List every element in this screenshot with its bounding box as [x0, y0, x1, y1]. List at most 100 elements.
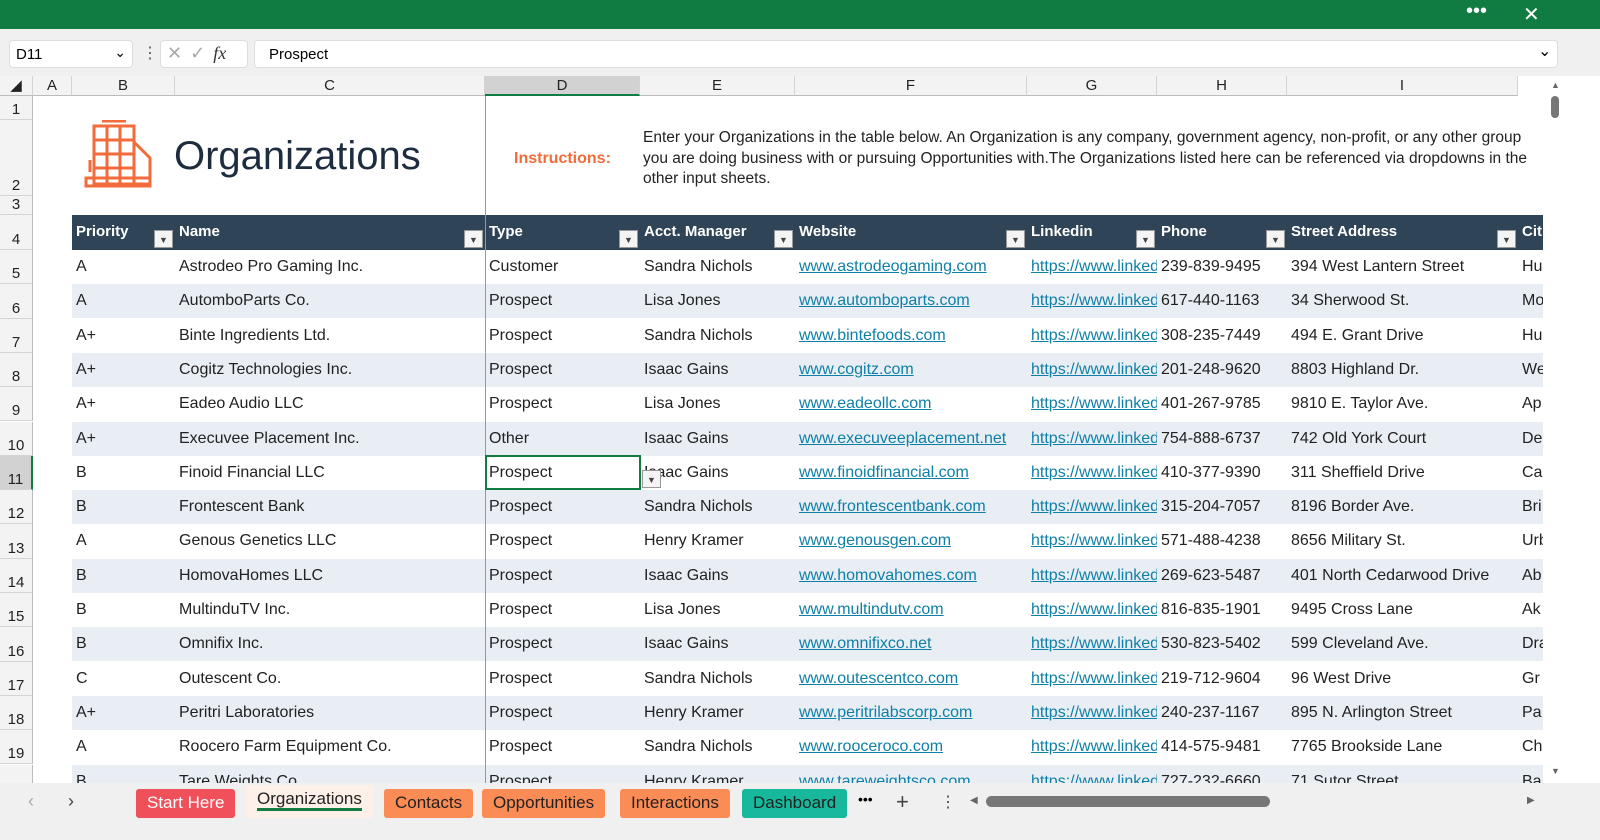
cell-type[interactable]: Prospect	[485, 559, 640, 593]
cell-phone[interactable]: 240-237-1167	[1157, 696, 1287, 730]
cancel-icon[interactable]: ✕	[167, 43, 190, 63]
cell-phone[interactable]: 530-823-5402	[1157, 627, 1287, 661]
cell-street-address[interactable]: 8656 Military St.	[1287, 524, 1518, 558]
cell-linkedin[interactable]: https://www.linkedin	[1027, 524, 1157, 558]
next-sheet-icon[interactable]: ›	[68, 791, 74, 812]
scroll-right-icon[interactable]: ▶	[1527, 795, 1535, 806]
cell-acct-manager[interactable]: Isaac Gains	[640, 456, 795, 490]
prev-sheet-icon[interactable]: ‹	[28, 791, 34, 812]
cell-linkedin[interactable]: https://www.linkedin	[1027, 456, 1157, 490]
cell-street-address[interactable]: 96 West Drive	[1287, 662, 1518, 696]
cell-priority[interactable]: B	[72, 456, 175, 490]
link[interactable]: www.homovahomes.com	[799, 567, 977, 584]
filter-button[interactable]: ▼	[1006, 230, 1025, 248]
cell-acct-manager[interactable]: Lisa Jones	[640, 387, 795, 421]
cell-website[interactable]: www.genousgen.com	[795, 524, 1027, 558]
row-header-17[interactable]: 17	[0, 661, 33, 696]
cell-type[interactable]: Customer	[485, 250, 640, 284]
link[interactable]: https://www.linkedin	[1031, 773, 1157, 784]
link[interactable]: https://www.linkedin	[1031, 292, 1157, 309]
cell-linkedin[interactable]: https://www.linkedin	[1027, 422, 1157, 456]
row-header-18[interactable]: 18	[0, 695, 33, 731]
cell-name[interactable]: Finoid Financial LLC	[175, 456, 485, 490]
cell-priority[interactable]: A+	[72, 353, 175, 387]
column-header-H[interactable]: H	[1157, 76, 1287, 96]
cell-priority[interactable]: B	[72, 627, 175, 661]
cell-type[interactable]: Prospect	[485, 730, 640, 764]
formula-input[interactable]: Prospect	[254, 40, 1558, 68]
cell-priority[interactable]: A	[72, 730, 175, 764]
row-header-5[interactable]: 5	[0, 250, 33, 285]
cell-linkedin[interactable]: https://www.linkedin	[1027, 730, 1157, 764]
sheet-tab-opportunities[interactable]: Opportunities	[482, 789, 606, 818]
cell-priority[interactable]: A+	[72, 319, 175, 353]
link[interactable]: www.multindutv.com	[799, 601, 944, 618]
cell-linkedin[interactable]: https://www.linkedin	[1027, 353, 1157, 387]
cell-cit[interactable]: Hu	[1518, 250, 1543, 284]
horizontal-scroll-thumb[interactable]	[986, 796, 1270, 807]
cell-website[interactable]: www.astrodeogaming.com	[795, 250, 1027, 284]
cell-website[interactable]: www.automboparts.com	[795, 284, 1027, 318]
link[interactable]: www.frontescentbank.com	[799, 498, 986, 515]
cell-cit[interactable]: Ak	[1518, 593, 1543, 627]
filter-button[interactable]: ▼	[464, 230, 483, 248]
sheet-tab-dashboard[interactable]: Dashboard	[742, 789, 848, 818]
cell-priority[interactable]: A+	[72, 422, 175, 456]
cell-linkedin[interactable]: https://www.linkedin	[1027, 319, 1157, 353]
cell-website[interactable]: www.cogitz.com	[795, 353, 1027, 387]
cell-acct-manager[interactable]: Sandra Nichols	[640, 490, 795, 524]
cell-cit[interactable]: Pa	[1518, 696, 1543, 730]
cell-type[interactable]: Prospect	[485, 387, 640, 421]
cell-cit[interactable]: Gr	[1518, 662, 1543, 696]
cell-street-address[interactable]: 895 N. Arlington Street	[1287, 696, 1518, 730]
link[interactable]: www.rooceroco.com	[799, 738, 943, 755]
link[interactable]: https://www.linkedin	[1031, 532, 1157, 549]
link[interactable]: https://www.linkedin	[1031, 738, 1157, 755]
link[interactable]: https://www.linkedin	[1031, 601, 1157, 618]
cell-street-address[interactable]: 494 E. Grant Drive	[1287, 319, 1518, 353]
vertical-scrollbar[interactable]: ▲ ▼	[1543, 76, 1568, 783]
cell-acct-manager[interactable]: Sandra Nichols	[640, 319, 795, 353]
cell-phone[interactable]: 617-440-1163	[1157, 284, 1287, 318]
cell-cit[interactable]: Ca	[1518, 456, 1543, 490]
cell-website[interactable]: www.finoidfinancial.com	[795, 456, 1027, 490]
ellipsis-icon[interactable]: •••	[1466, 0, 1487, 23]
cell-website[interactable]: www.homovahomes.com	[795, 559, 1027, 593]
cell-acct-manager[interactable]: Henry Kramer	[640, 765, 795, 784]
cell-name[interactable]: Tare Weights Co.	[175, 765, 485, 784]
scroll-down-icon[interactable]: ▼	[1551, 766, 1560, 776]
cell-type[interactable]: Prospect	[485, 524, 640, 558]
column-header-I[interactable]: I	[1287, 76, 1518, 96]
close-icon[interactable]: ✕	[1523, 2, 1540, 27]
link[interactable]: https://www.linkedin	[1031, 258, 1157, 275]
chevron-down-icon[interactable]: ⌄	[114, 44, 126, 61]
cell-type[interactable]: Prospect	[485, 319, 640, 353]
cell-acct-manager[interactable]: Sandra Nichols	[640, 662, 795, 696]
cell-acct-manager[interactable]: Henry Kramer	[640, 524, 795, 558]
cell-name[interactable]: Omnifix Inc.	[175, 627, 485, 661]
scroll-thumb[interactable]	[1551, 96, 1559, 118]
cell-type[interactable]: Prospect	[485, 353, 640, 387]
cell-website[interactable]: www.omnifixco.net	[795, 627, 1027, 661]
cell-name[interactable]: Frontescent Bank	[175, 490, 485, 524]
cell-cit[interactable]: We	[1518, 353, 1543, 387]
cell-website[interactable]: www.outescentco.com	[795, 662, 1027, 696]
select-all[interactable]: ◢	[0, 76, 33, 96]
link[interactable]: https://www.linkedin	[1031, 361, 1157, 378]
cell-website[interactable]: www.execuveeplacement.net	[795, 422, 1027, 456]
cell-type[interactable]: Other	[485, 422, 640, 456]
link[interactable]: https://www.linkedin	[1031, 464, 1157, 481]
cell-acct-manager[interactable]: Isaac Gains	[640, 353, 795, 387]
spreadsheet-grid[interactable]: ◢ ABCDEFGHI 1 2 3 4 5 6 7 8 9 10 11 12 13 14 15 16 17 18 1…	[0, 76, 1543, 783]
cell-website[interactable]: www.eadeollc.com	[795, 387, 1027, 421]
cell-cit[interactable]: Ch	[1518, 730, 1543, 764]
cell-cit[interactable]: Dra	[1518, 627, 1543, 661]
cell-acct-manager[interactable]: Henry Kramer	[640, 696, 795, 730]
column-header-C[interactable]: C	[175, 76, 485, 96]
cell-linkedin[interactable]: https://www.linkedin	[1027, 696, 1157, 730]
column-header-G[interactable]: G	[1027, 76, 1157, 96]
filter-button[interactable]: ▼	[1136, 230, 1155, 248]
row-header-12[interactable]: 12	[0, 490, 33, 525]
cell-cit[interactable]: Urb	[1518, 524, 1543, 558]
row-header-13[interactable]: 13	[0, 524, 33, 559]
